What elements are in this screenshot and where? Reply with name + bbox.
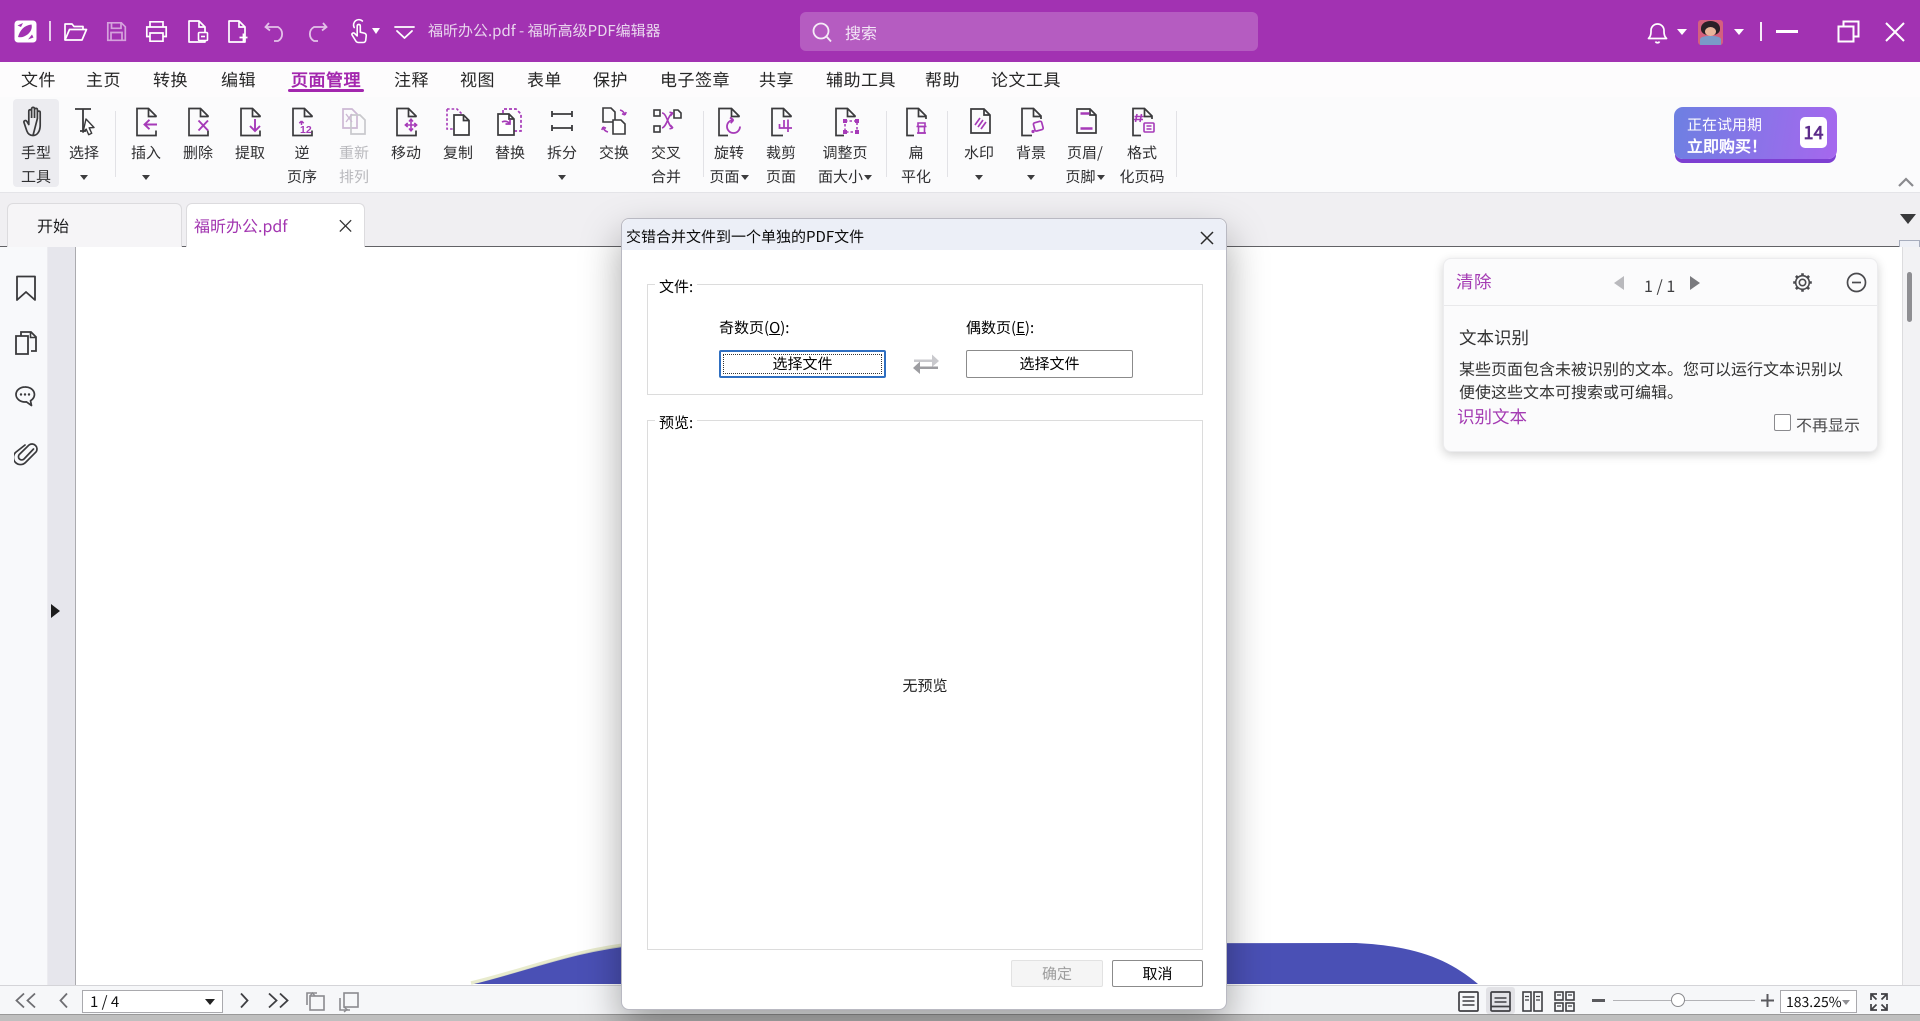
svg-text:12: 12 (300, 124, 312, 136)
